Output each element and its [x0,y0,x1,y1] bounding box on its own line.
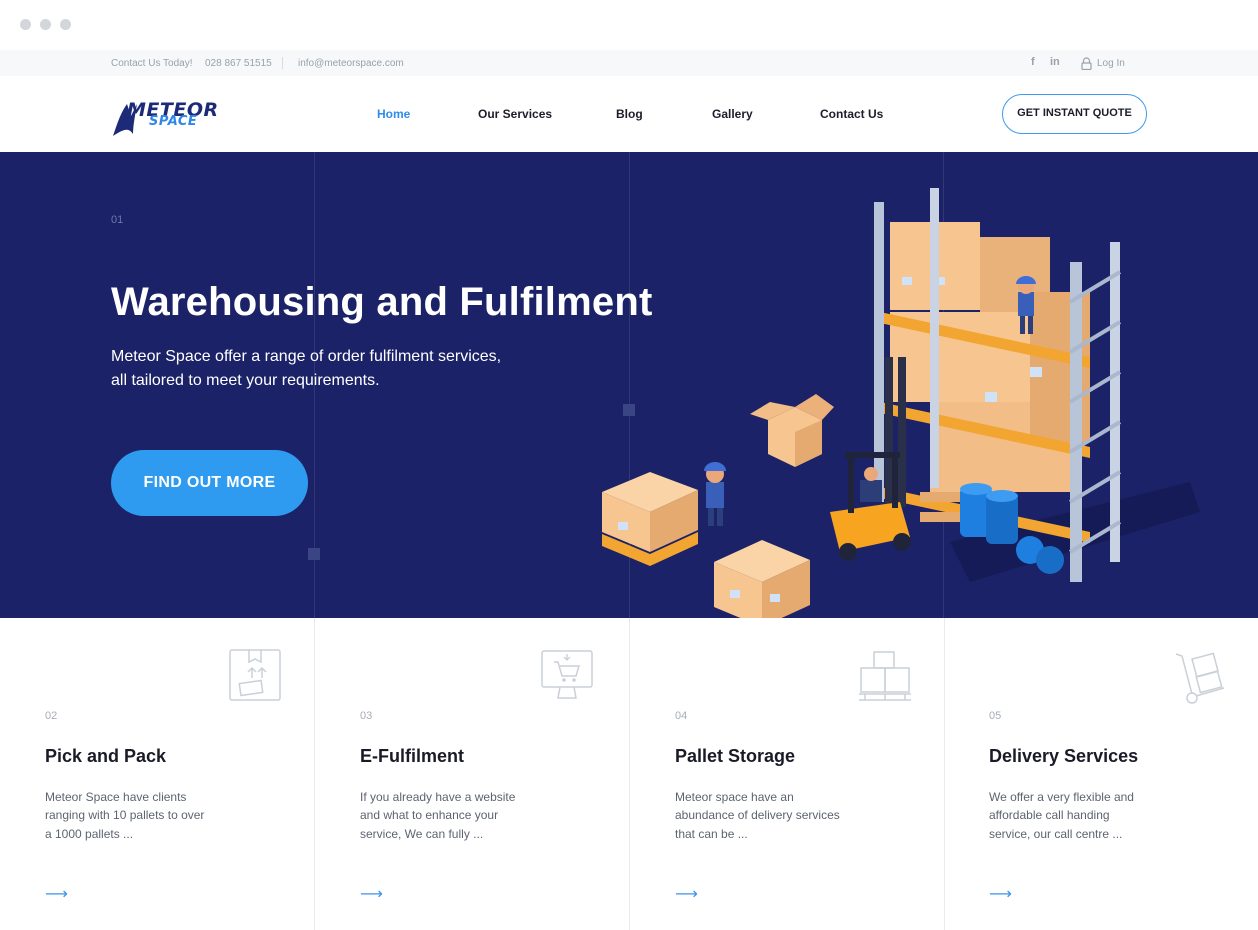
worker-figure [704,462,726,526]
service-title: E-Fulfilment [360,746,464,766]
read-more-arrow-icon[interactable]: ⟶ [989,884,1012,904]
facebook-icon[interactable]: f [1031,56,1035,68]
warehouse-illustration [602,188,1200,618]
get-instant-quote-button[interactable]: GET INSTANT QUOTE [1002,94,1147,134]
window-close-button[interactable] [20,19,31,30]
open-box [750,394,834,467]
browser-window-chrome [0,0,1258,50]
contact-label: Contact Us Today! [111,58,193,69]
service-number: 04 [675,710,688,722]
linkedin-icon[interactable]: in [1050,56,1060,68]
find-out-more-button[interactable]: FIND OUT MORE [111,450,308,516]
service-description: If you already have a website and what t… [360,790,516,841]
service-title: Pallet Storage [675,746,796,766]
hero-subtitle-line-2: all tailored to meet your requirements. [111,372,380,389]
service-card-e-fulfilment[interactable]: 03 E-Fulfilment If you already have a we… [315,618,630,930]
service-number: 03 [360,710,373,722]
email-link[interactable]: info@meteorspace.com [298,58,404,69]
service-number: 02 [45,710,58,722]
logo-text-space: SPACE [149,114,198,129]
window-minimize-button[interactable] [40,19,51,30]
monitor-cart-icon [541,650,593,699]
nav-our-services[interactable]: Our Services [478,107,552,121]
pallet-boxes-icon [859,651,911,701]
services-section: 02 Pick and Pack Meteor Space have clien… [0,618,1258,930]
nav-home[interactable]: Home [377,107,410,121]
lock-icon[interactable] [1081,57,1092,70]
read-more-arrow-icon[interactable]: ⟶ [675,884,698,904]
package-box-icon [229,649,281,701]
read-more-arrow-icon[interactable]: ⟶ [360,884,383,904]
service-description: Meteor Space have clients ranging with 1… [45,790,205,841]
pallet-boxes [602,472,698,566]
topbar-divider [282,57,283,69]
service-title: Delivery Services [989,746,1139,766]
read-more-arrow-icon[interactable]: ⟶ [45,884,68,904]
service-number: 05 [989,710,1002,722]
service-description: We offer a very flexible and affordable … [989,790,1134,841]
login-link[interactable]: Log In [1097,58,1125,69]
hero-title: Warehousing and Fulfilment [111,280,653,324]
site-header: METEOR SPACE Home Our Services Blog Gall… [0,76,1258,152]
pallet-boxes [714,540,810,618]
hero-subtitle: Meteor Space offer a range of order fulf… [111,345,531,393]
hero-banner: 01 Warehousing and Fulfilment Meteor Spa… [0,152,1258,618]
slide-number: 01 [111,214,124,226]
top-utility-bar: Contact Us Today! 028 867 51515 info@met… [0,50,1258,76]
window-maximize-button[interactable] [60,19,71,30]
hand-truck-icon [1175,652,1225,704]
service-card-delivery-services[interactable]: 05 Delivery Services We offer a very fle… [944,618,1258,930]
service-title: Pick and Pack [45,746,167,766]
service-card-pick-and-pack[interactable]: 02 Pick and Pack Meteor Space have clien… [0,618,315,930]
service-card-pallet-storage[interactable]: 04 Pallet Storage Meteor space have an a… [630,618,945,930]
nav-contact-us[interactable]: Contact Us [820,107,883,121]
meteor-space-logo[interactable]: METEOR SPACE [111,100,221,138]
service-description: Meteor space have an abundance of delive… [675,790,840,841]
nav-blog[interactable]: Blog [616,107,643,121]
hero-subtitle-line-1: Meteor Space offer a range of order fulf… [111,348,502,365]
decorative-square [308,548,320,560]
phone-number[interactable]: 028 867 51515 [205,58,272,69]
nav-gallery[interactable]: Gallery [712,107,753,121]
